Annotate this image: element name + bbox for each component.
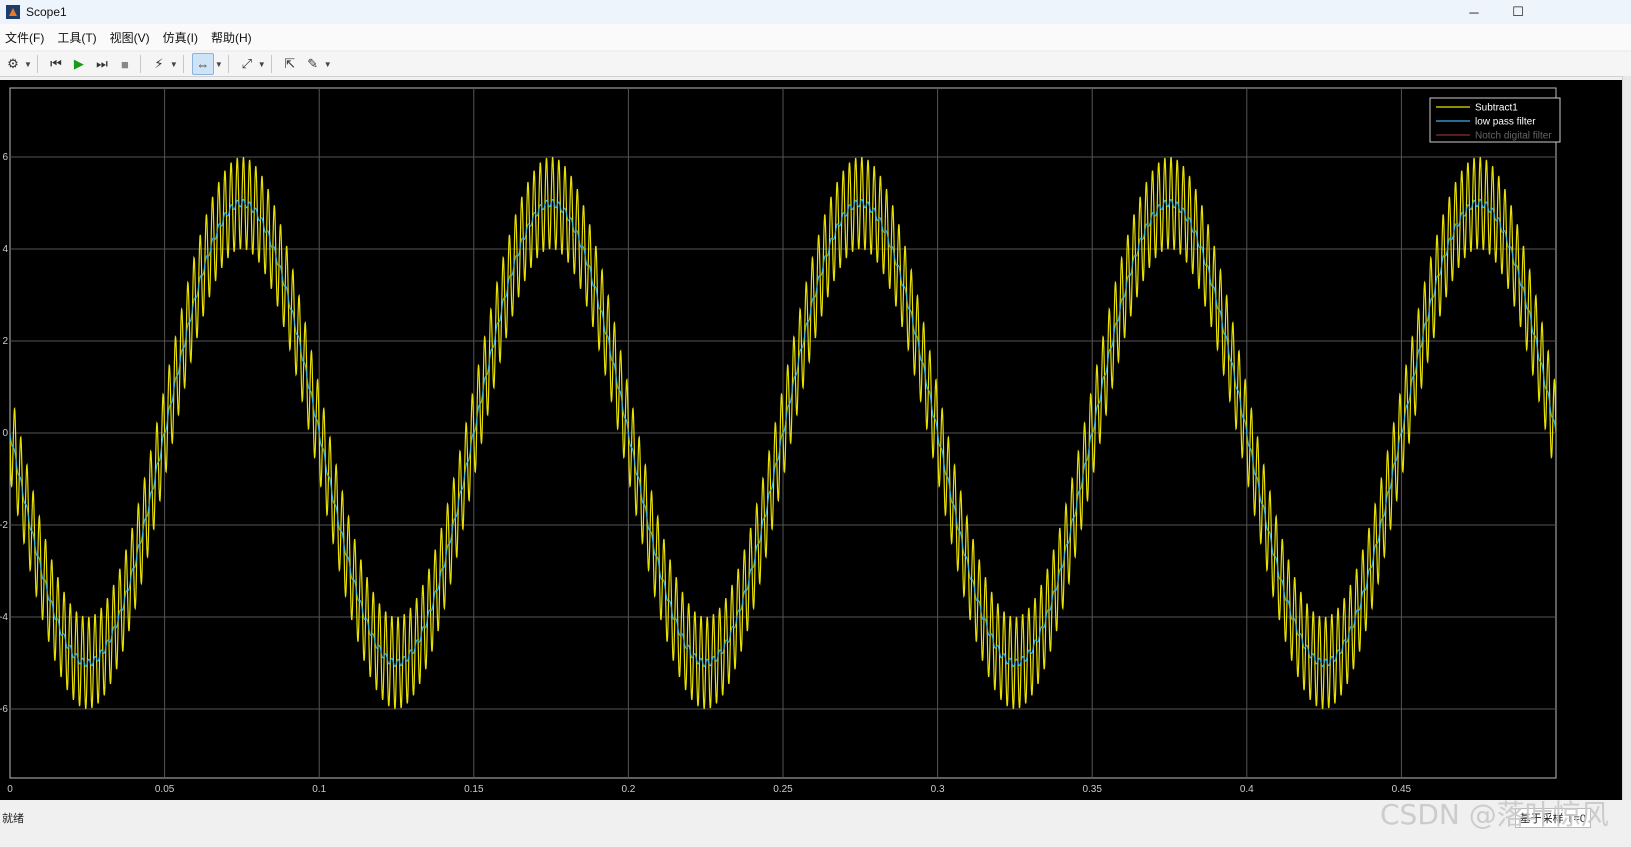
- x-tick-label: 0: [7, 784, 13, 795]
- menu-view[interactable]: 视图(V): [105, 29, 158, 46]
- restore-icon[interactable]: ⇱: [280, 54, 300, 74]
- chevron-down-icon[interactable]: ▼: [258, 60, 266, 69]
- x-tick-label: 0.35: [1082, 784, 1102, 795]
- toolbar-divider: [227, 55, 229, 73]
- x-tick-label: 0.05: [155, 784, 175, 795]
- matlab-logo-icon: [6, 5, 20, 19]
- triggers-icon[interactable]: ✎: [303, 54, 323, 74]
- run-icon[interactable]: ▶: [69, 54, 89, 74]
- zoom-icon[interactable]: ⇔: [191, 53, 214, 75]
- watermark-text: CSDN @落叶惊风: [1380, 798, 1609, 831]
- x-tick-label: 0.2: [621, 784, 635, 795]
- scope-chart[interactable]: 00.050.10.150.20.250.30.350.40.45-6-4-20…: [0, 80, 1631, 800]
- menu-help[interactable]: 帮助(H): [206, 29, 260, 46]
- chevron-down-icon[interactable]: ▼: [24, 60, 32, 69]
- scope-plot-area[interactable]: 00.050.10.150.20.250.30.350.40.45-6-4-20…: [0, 80, 1631, 800]
- x-tick-label: 0.25: [773, 784, 793, 795]
- scale-axes-icon[interactable]: ⤢: [237, 54, 257, 74]
- legend-entry-label: Notch digital filter: [1475, 131, 1552, 142]
- step-back-icon[interactable]: ⏮: [46, 54, 66, 74]
- toolbar: ⚙ ▼ ⏮ ▶ ⏭ ■ ⚡ ▼ ⇔ ▼ ⤢ ▼ ⇱ ✎ ▼: [0, 52, 1631, 77]
- chevron-down-icon[interactable]: ▼: [170, 60, 178, 69]
- legend-entry-label: low pass filter: [1475, 117, 1536, 128]
- y-tick-label: -2: [0, 520, 8, 531]
- y-tick-label: -4: [0, 612, 8, 623]
- vertical-scrollbar[interactable]: [1622, 76, 1631, 800]
- maximize-button[interactable]: ☐: [1496, 0, 1540, 24]
- x-tick-label: 0.15: [464, 784, 484, 795]
- signal-select-icon[interactable]: ⚡: [149, 54, 169, 74]
- y-tick-label: 4: [2, 244, 8, 255]
- y-tick-label: -6: [0, 704, 8, 715]
- x-tick-label: 0.1: [312, 784, 326, 795]
- y-tick-label: 0: [2, 428, 8, 439]
- legend: Subtract1 low pass filter Notch digital fi…: [1429, 97, 1561, 143]
- toolbar-divider: [36, 55, 38, 73]
- window-title: Scope1: [26, 5, 67, 19]
- chevron-down-icon[interactable]: ▼: [324, 60, 332, 69]
- toolbar-divider: [182, 55, 184, 73]
- menu-tools[interactable]: 工具(T): [52, 29, 104, 46]
- menu-file[interactable]: 文件(F): [0, 29, 52, 46]
- status-text: 就绪: [2, 813, 24, 825]
- toolbar-divider: [139, 55, 141, 73]
- toolbar-divider: [270, 55, 272, 73]
- y-tick-label: 2: [2, 336, 8, 347]
- x-tick-label: 0.3: [931, 784, 945, 795]
- settings-icon[interactable]: ⚙: [3, 54, 23, 74]
- title-bar: Scope1 ─ ☐: [0, 0, 1631, 24]
- menu-bar: 文件(F) 工具(T) 视图(V) 仿真(I) 帮助(H): [0, 24, 1631, 50]
- menu-simulation[interactable]: 仿真(I): [158, 29, 206, 46]
- x-tick-label: 0.4: [1240, 784, 1254, 795]
- step-forward-icon[interactable]: ⏭: [92, 54, 112, 74]
- chevron-down-icon[interactable]: ▼: [215, 60, 223, 69]
- legend-entry-label: Subtract1: [1475, 103, 1518, 114]
- y-tick-label: 6: [2, 152, 8, 163]
- stop-icon[interactable]: ■: [115, 54, 135, 74]
- minimize-button[interactable]: ─: [1452, 0, 1496, 24]
